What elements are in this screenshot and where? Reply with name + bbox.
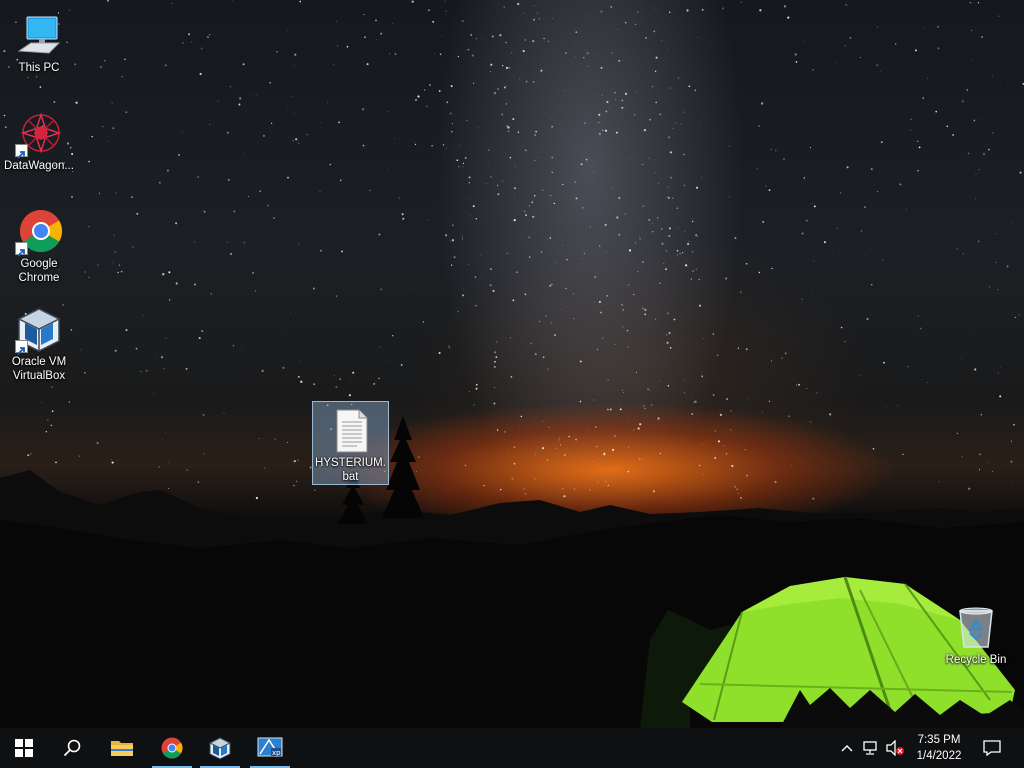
notification-icon [983, 740, 1001, 756]
chrome-icon [161, 737, 183, 759]
desktop-icon-datawagon[interactable]: DataWagon... [0, 104, 78, 174]
windows-xp-vm-icon: xp [257, 737, 283, 757]
taskbar-virtualbox[interactable] [196, 728, 244, 768]
desktop-icon-label: HYSTERIUM.bat [315, 457, 386, 483]
svg-text:xp: xp [272, 749, 281, 757]
volume-button[interactable] [884, 728, 906, 768]
show-hidden-icons-button[interactable] [836, 728, 858, 768]
taskbar-clock[interactable]: 7:35 PM 1/4/2022 [906, 728, 972, 768]
desktop-icon-recycle-bin[interactable]: Recycle Bin [937, 598, 1015, 668]
taskbar-google-chrome[interactable] [148, 728, 196, 768]
chrome-icon [15, 207, 63, 257]
clock-time: 7:35 PM [917, 734, 961, 746]
desktop-icon-label: Google Chrome [18, 258, 60, 284]
recycle-bin-icon [952, 603, 1000, 651]
start-button[interactable] [0, 728, 48, 768]
search-button[interactable] [48, 728, 96, 768]
desktop-icon-label: DataWagon... [4, 160, 74, 172]
desktop-icon-label: Recycle Bin [945, 654, 1007, 666]
taskbar: xp 7:35 PM 1/4/2022 [0, 728, 1024, 768]
desktop-icon-virtualbox[interactable]: Oracle VM VirtualBox [0, 300, 78, 384]
desktop-icon-label: This PC [18, 62, 60, 74]
chevron-up-icon [841, 745, 853, 752]
this-pc-icon [15, 11, 63, 59]
shortcut-arrow-icon [15, 144, 28, 159]
virtualbox-icon [15, 305, 63, 355]
search-icon [63, 739, 81, 757]
volume-muted-icon [886, 740, 904, 756]
desktop-icon-google-chrome[interactable]: Google Chrome [0, 202, 78, 286]
taskbar-file-explorer[interactable] [98, 728, 146, 768]
shortcut-arrow-icon [15, 242, 28, 257]
desktop-icon-this-pc[interactable]: This PC [0, 6, 78, 76]
folder-icon [111, 741, 133, 756]
batch-file-icon [327, 406, 375, 454]
taskbar-windows-xp-vm[interactable]: xp [246, 728, 294, 768]
landscape-silhouette [0, 416, 1024, 728]
desktop-icon-hysterium-bat[interactable]: HYSTERIUM.bat [312, 401, 389, 485]
network-status-button[interactable] [860, 728, 882, 768]
network-icon [863, 741, 877, 755]
desktop-wallpaper[interactable]: This PC DataWagon... Google Chrome Oracl… [0, 0, 1024, 728]
virtualbox-icon [208, 737, 232, 760]
desktop-icon-label: Oracle VM VirtualBox [11, 356, 67, 382]
clock-date: 1/4/2022 [916, 750, 962, 762]
windows-logo-icon [15, 739, 33, 757]
datawagon-icon [15, 109, 63, 159]
shortcut-arrow-icon [15, 340, 28, 355]
action-center-button[interactable] [976, 728, 1008, 768]
